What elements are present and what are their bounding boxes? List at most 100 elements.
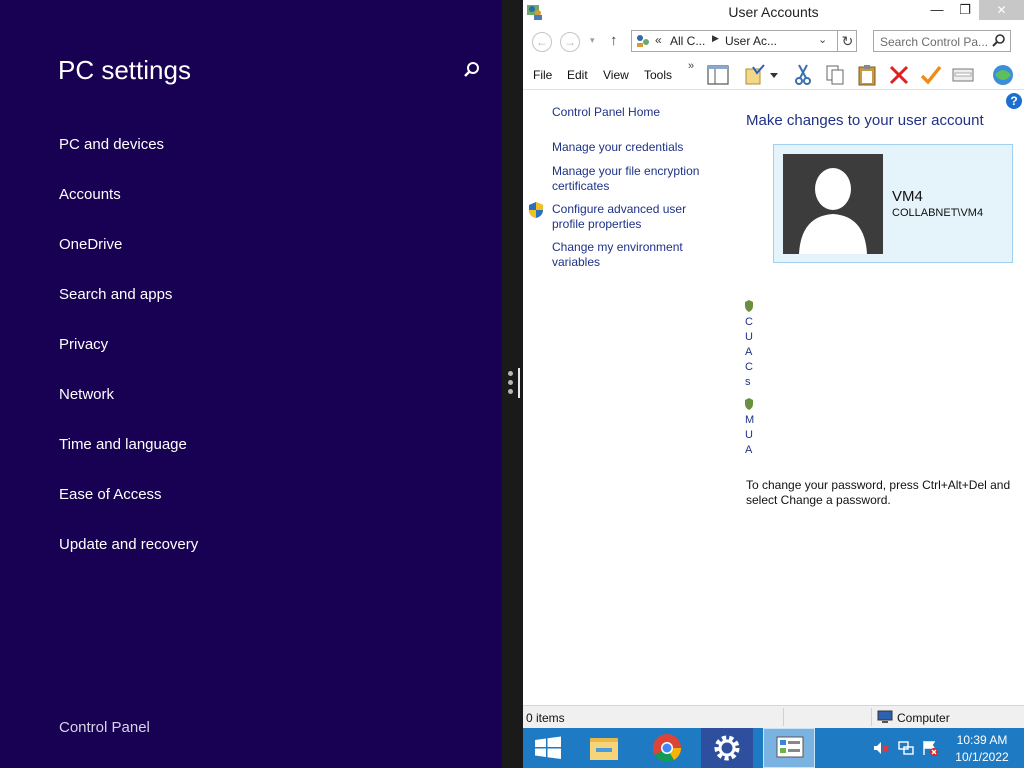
snap-splitter[interactable] bbox=[502, 0, 523, 768]
taskbar-file-explorer[interactable] bbox=[578, 728, 630, 768]
forward-button[interactable]: → bbox=[560, 32, 580, 52]
menu-tools[interactable]: Tools bbox=[644, 68, 672, 82]
truncated-task-link[interactable]: A bbox=[745, 345, 754, 360]
search-placeholder: Search Control Pa... bbox=[880, 35, 989, 49]
recent-locations-dropdown[interactable]: ▾ bbox=[590, 35, 595, 46]
nav-privacy[interactable]: Privacy bbox=[59, 336, 108, 353]
taskbar: 10:39 AM 10/1/2022 bbox=[523, 728, 1024, 768]
truncated-task-link[interactable]: s bbox=[745, 375, 754, 390]
shield-icon bbox=[745, 398, 753, 410]
back-button[interactable]: ← bbox=[532, 32, 552, 52]
computer-icon bbox=[877, 710, 893, 723]
maximize-button[interactable]: ❐ bbox=[951, 0, 979, 20]
search-icon[interactable] bbox=[991, 33, 1007, 49]
breadcrumb-user-accounts[interactable]: User Ac... bbox=[725, 34, 777, 48]
sidebar-advanced-profile[interactable]: Configure advanced user profile properti… bbox=[552, 202, 702, 232]
truncated-task-link[interactable]: M bbox=[745, 413, 754, 428]
refresh-button[interactable]: ↻ bbox=[837, 31, 857, 51]
nav-ease-of-access[interactable]: Ease of Access bbox=[59, 486, 162, 503]
close-button[interactable]: ✕ bbox=[979, 0, 1024, 20]
location-label: Computer bbox=[897, 711, 950, 725]
page-heading: Make changes to your user account bbox=[746, 112, 984, 129]
sidebar-file-encryption[interactable]: Manage your file encryption certificates bbox=[552, 164, 712, 194]
chrome-icon bbox=[653, 734, 681, 762]
grip-dot bbox=[508, 380, 513, 385]
windows-logo-icon bbox=[535, 736, 561, 759]
nav-update-and-recovery[interactable]: Update and recovery bbox=[59, 536, 198, 553]
grip-bar bbox=[518, 368, 520, 398]
delete-icon[interactable] bbox=[887, 63, 911, 87]
gear-icon bbox=[714, 735, 740, 761]
network-icon[interactable] bbox=[898, 740, 914, 756]
user-accounts-icon bbox=[637, 35, 649, 47]
nav-network[interactable]: Network bbox=[59, 386, 114, 403]
paste-icon[interactable] bbox=[855, 63, 879, 87]
address-dropdown-icon[interactable]: ⌄ bbox=[818, 33, 827, 46]
pc-settings-pane: PC settings PC and devices Accounts OneD… bbox=[0, 0, 502, 768]
menu-overflow-chevron[interactable]: » bbox=[688, 60, 694, 72]
taskbar-pc-settings[interactable] bbox=[701, 728, 753, 768]
truncated-task-link[interactable]: C bbox=[745, 315, 754, 330]
breadcrumb-separator-icon[interactable]: ▶ bbox=[712, 33, 719, 44]
taskbar-chrome[interactable] bbox=[641, 728, 693, 768]
help-icon[interactable]: ? bbox=[1006, 93, 1022, 109]
account-card[interactable]: VM4 COLLABNET\VM4 bbox=[773, 144, 1013, 263]
account-domain: COLLABNET\VM4 bbox=[892, 207, 984, 219]
navigation-bar: ← → ▾ ↑ « All C... ▶ User Ac... ⌄ ↻ Sear… bbox=[523, 27, 1024, 57]
nav-time-and-language[interactable]: Time and language bbox=[59, 436, 187, 453]
address-overflow-chevron[interactable]: « bbox=[655, 33, 662, 47]
grip-dot bbox=[508, 389, 513, 394]
breadcrumb-all-control-panel[interactable]: All C... bbox=[670, 34, 705, 48]
taskbar-control-panel[interactable] bbox=[763, 728, 815, 768]
address-bar[interactable]: « All C... ▶ User Ac... ⌄ ↻ bbox=[631, 30, 857, 52]
properties-icon[interactable] bbox=[743, 63, 767, 87]
truncated-task-link[interactable]: U bbox=[745, 428, 754, 443]
status-divider bbox=[871, 708, 872, 726]
control-panel-icon bbox=[776, 736, 804, 758]
shield-icon bbox=[529, 202, 543, 218]
control-panel-link[interactable]: Control Panel bbox=[59, 719, 150, 736]
truncated-task-link[interactable]: U bbox=[745, 330, 754, 345]
item-count: 0 items bbox=[526, 711, 565, 725]
start-button[interactable] bbox=[523, 728, 575, 768]
status-divider bbox=[783, 708, 784, 726]
nav-pc-and-devices[interactable]: PC and devices bbox=[59, 136, 164, 153]
speaker-muted-icon[interactable] bbox=[873, 740, 889, 756]
account-name: VM4 bbox=[892, 188, 923, 205]
menu-edit[interactable]: Edit bbox=[567, 68, 588, 82]
checkmark-icon[interactable] bbox=[919, 63, 943, 87]
sidebar-control-panel-home[interactable]: Control Panel Home bbox=[552, 105, 660, 120]
folder-icon bbox=[590, 738, 618, 760]
clock-time[interactable]: 10:39 AM bbox=[943, 733, 1021, 747]
sidebar-manage-credentials[interactable]: Manage your credentials bbox=[552, 140, 683, 155]
grip-dot bbox=[508, 371, 513, 376]
copy-icon[interactable] bbox=[823, 63, 847, 87]
content-area: Control Panel Home Manage your credentia… bbox=[523, 91, 1024, 705]
search-input[interactable]: Search Control Pa... bbox=[873, 30, 1011, 52]
avatar bbox=[783, 154, 883, 254]
nav-accounts[interactable]: Accounts bbox=[59, 186, 121, 203]
page-title: PC settings bbox=[58, 55, 191, 85]
network-icon[interactable] bbox=[989, 63, 1017, 87]
window-icon[interactable] bbox=[951, 63, 975, 87]
up-button[interactable]: ↑ bbox=[610, 32, 618, 49]
status-bar: 0 items Computer bbox=[523, 705, 1024, 728]
action-center-flag-icon[interactable] bbox=[922, 740, 938, 756]
search-icon[interactable] bbox=[462, 60, 482, 80]
minimize-button[interactable]: — bbox=[923, 0, 951, 20]
clock-date[interactable]: 10/1/2022 bbox=[943, 750, 1021, 764]
sidebar-environment-variables[interactable]: Change my environment variables bbox=[552, 240, 702, 270]
splitter-grip-handle[interactable] bbox=[508, 368, 520, 400]
shield-icon bbox=[745, 300, 753, 312]
chevron-down-icon[interactable] bbox=[768, 63, 780, 87]
layout-icon[interactable] bbox=[706, 63, 730, 87]
truncated-task-link[interactable]: C bbox=[745, 360, 754, 375]
nav-search-and-apps[interactable]: Search and apps bbox=[59, 286, 172, 303]
cut-icon[interactable] bbox=[791, 63, 815, 87]
password-note: To change your password, press Ctrl+Alt+… bbox=[746, 478, 1011, 507]
nav-onedrive[interactable]: OneDrive bbox=[59, 236, 122, 253]
title-bar[interactable]: User Accounts — ❐ ✕ bbox=[523, 0, 1024, 24]
menu-file[interactable]: File bbox=[533, 68, 552, 82]
menu-view[interactable]: View bbox=[603, 68, 629, 82]
truncated-task-link[interactable]: A bbox=[745, 443, 754, 458]
